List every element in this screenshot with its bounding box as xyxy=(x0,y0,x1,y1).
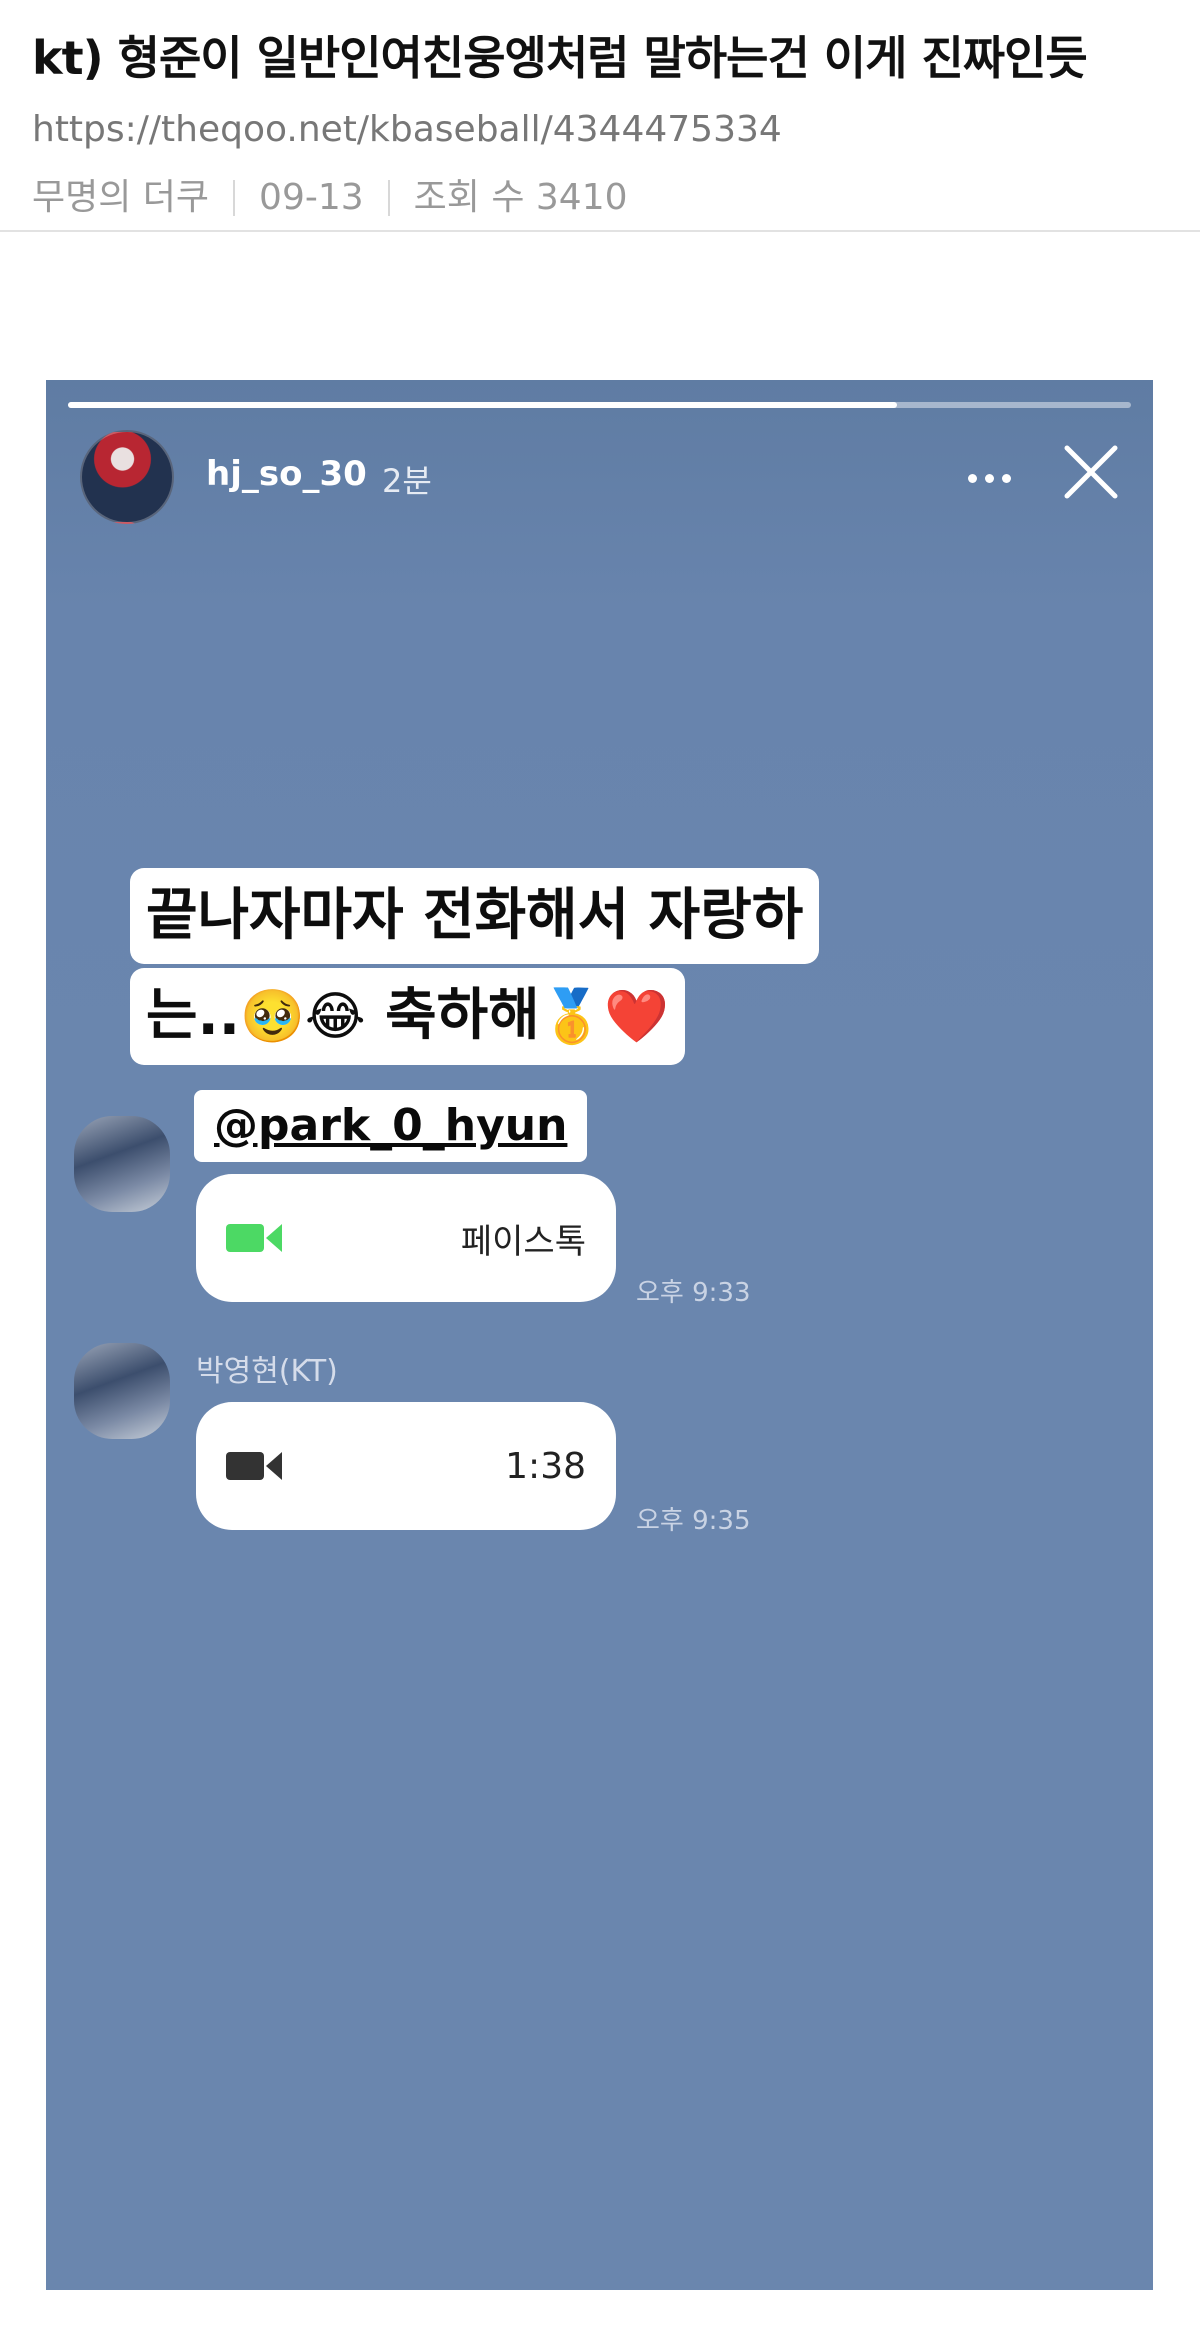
story-username[interactable]: hj_so_30 xyxy=(206,454,367,494)
message-time: 오후 9:35 xyxy=(636,1506,751,1536)
video-call-bubble[interactable]: 1:38 xyxy=(196,1402,616,1530)
post-author[interactable]: 무명의 더쿠 xyxy=(32,168,209,228)
medal-heart-emoji-icon: 🥇❤️ xyxy=(539,987,670,1047)
chat-avatar[interactable] xyxy=(74,1116,170,1212)
sender-name: 박영현(KT) xyxy=(196,1354,338,1389)
meta-divider xyxy=(233,180,236,216)
story-caption-line-1: 끝나자마자 전화해서 자랑하 xyxy=(130,868,820,964)
story-progress-bar xyxy=(68,402,1131,408)
post-date: 09-13 xyxy=(259,177,364,218)
post-title[interactable]: kt) 형준이 일반인여친웅엥처럼 말하는건 이게 진짜인듯 xyxy=(32,20,1168,96)
crying-laughing-emoji-icon: 🥹😂 xyxy=(240,987,366,1047)
story-avatar[interactable] xyxy=(80,430,174,524)
message-time: 오후 9:33 xyxy=(636,1278,751,1308)
call-type-label: 페이스톡 xyxy=(460,1221,586,1262)
close-icon[interactable] xyxy=(1061,442,1121,502)
caption-text: 는.. xyxy=(146,983,241,1048)
facetime-call-bubble[interactable]: 페이스톡 xyxy=(196,1174,616,1302)
facetime-video-icon xyxy=(226,1224,282,1252)
call-duration: 1:38 xyxy=(505,1445,586,1487)
post-meta: 무명의 더쿠 09-13 조회 수 3410 xyxy=(32,168,1168,228)
story-time: 2분 xyxy=(382,462,432,500)
story-image: hj_so_30 2분 끝나자마자 전화해서 자랑하 는..🥹😂 축하해🥇❤️ … xyxy=(46,380,1153,2290)
caption-text: 축하해 xyxy=(385,983,540,1048)
post-header: kt) 형준이 일반인여친웅엥처럼 말하는건 이게 진짜인듯 https://t… xyxy=(0,0,1200,232)
meta-divider xyxy=(387,180,390,216)
chat-avatar[interactable] xyxy=(74,1343,170,1439)
more-options-icon[interactable] xyxy=(954,458,1024,498)
story-caption-line-2: 는..🥹😂 축하해🥇❤️ xyxy=(130,968,686,1065)
post-url[interactable]: https://theqoo.net/kbaseball/4344475334 xyxy=(32,102,1168,158)
video-camera-icon xyxy=(226,1452,282,1480)
post-views: 조회 수 3410 xyxy=(413,177,628,218)
story-progress-fill xyxy=(68,402,898,408)
mention-tag[interactable]: @park_0_hyun xyxy=(194,1090,588,1162)
